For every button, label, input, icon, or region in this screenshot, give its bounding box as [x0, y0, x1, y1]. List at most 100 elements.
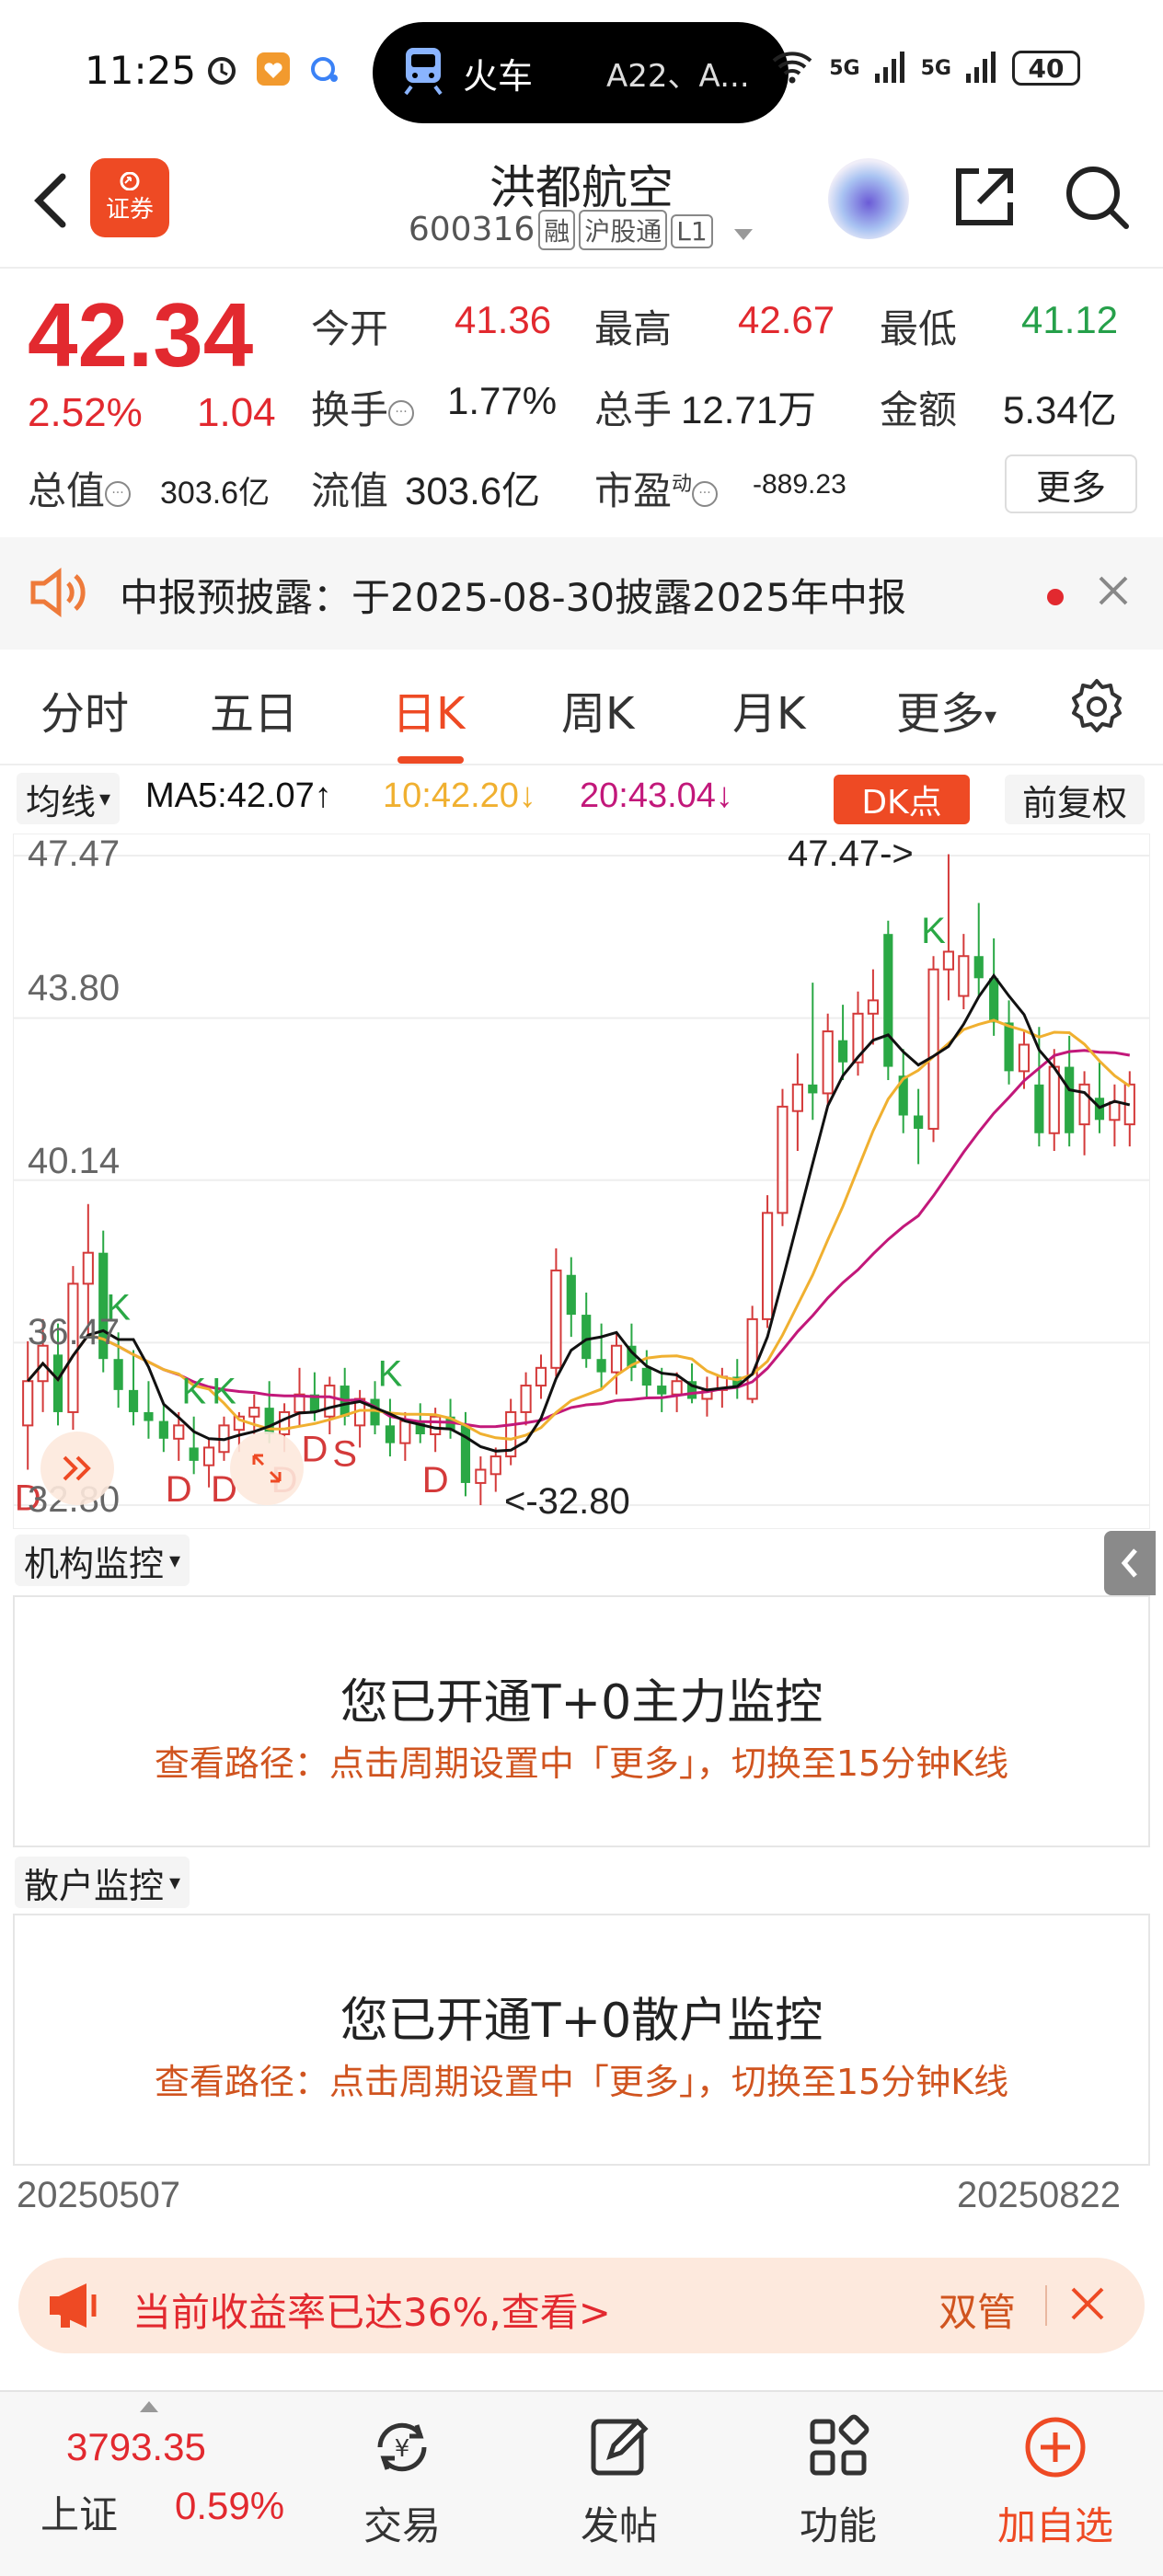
status-right: 5G 5G 40	[770, 48, 1080, 88]
institution-monitor-select[interactable]: 机构监控 ▾	[15, 1535, 190, 1586]
candle-body	[1034, 1084, 1044, 1133]
notice-bar[interactable]: 中报预披露：于2025-08-30披露2025年中报	[0, 537, 1163, 650]
signal-icon	[966, 50, 997, 86]
promo-label: 双管	[938, 2290, 1017, 2335]
tab-five-day[interactable]: 五日	[210, 677, 298, 742]
nav-functions[interactable]: 功能	[760, 2410, 916, 2567]
signal-marker: D	[422, 1460, 449, 1501]
candle-body	[610, 1344, 623, 1374]
promo-banner[interactable]: 当前收益率已达36%,查看> 双管	[18, 2258, 1145, 2353]
institution-monitor-title: 您已开通T+0主力监控	[340, 1675, 823, 1731]
signal-icon	[874, 50, 906, 86]
candle-body	[1078, 1083, 1090, 1126]
chevron-down-icon: ▾	[169, 1547, 181, 1573]
nav-add-watchlist[interactable]: 加自选	[977, 2410, 1134, 2567]
notice-text: 中报预披露：于2025-08-30披露2025年中报	[120, 575, 906, 620]
retail-monitor-select[interactable]: 散户监控 ▾	[15, 1857, 190, 1908]
promo-text: 当前收益率已达36%,查看>	[132, 2290, 611, 2335]
pe-label: 市盈动 ···	[594, 460, 719, 516]
expand-panel-button[interactable]	[40, 1432, 114, 1505]
cloud-app-icon	[305, 50, 344, 88]
pe-sup: 动	[672, 473, 693, 496]
institution-monitor-panel: 您已开通T+0主力监控 查看路径：点击周期设置中「更多」，切换至15分钟K线	[13, 1595, 1150, 1847]
tab-monthly-k[interactable]: 月K	[732, 677, 805, 742]
low-value: 41.12	[1021, 298, 1119, 341]
candle-body	[324, 1385, 336, 1418]
candle-body	[838, 1040, 848, 1063]
candle-body	[989, 978, 999, 1023]
status-icons	[202, 50, 344, 88]
low-label: 最低	[880, 306, 958, 351]
candle-body	[582, 1315, 592, 1360]
close-icon[interactable]	[1095, 572, 1132, 613]
nav-post-label: 发帖	[580, 2503, 658, 2548]
indicator-select[interactable]: 均线 ▾	[17, 773, 121, 824]
share-icon[interactable]	[948, 160, 1021, 237]
candle-body	[475, 1468, 487, 1484]
nav-trade[interactable]: ¥ 交易	[324, 2410, 480, 2567]
retail-monitor-title: 您已开通T+0散户监控	[340, 1994, 823, 2049]
y-label-max: 47.47	[28, 834, 121, 874]
y-label-4: 36.47	[28, 1312, 121, 1352]
signal-marker: S	[332, 1433, 357, 1474]
stock-header: 证券 洪都航空 600316 融沪股通 L1	[0, 145, 1163, 267]
high-label: 最高	[594, 306, 673, 351]
candle-body	[550, 1269, 562, 1369]
candle-body	[128, 1389, 139, 1412]
adjustment-button[interactable]: 前复权	[1005, 775, 1145, 824]
pe-label-text: 市盈	[594, 468, 673, 513]
candle-body	[1109, 1101, 1121, 1121]
candle-body	[822, 1030, 834, 1095]
speaker-icon	[28, 565, 86, 624]
collapse-side-tab[interactable]	[1104, 1531, 1156, 1595]
last-price: 42.34	[28, 284, 254, 385]
candle-body	[82, 1251, 94, 1285]
more-button[interactable]: 更多	[1005, 454, 1137, 513]
tab-intraday[interactable]: 分时	[40, 677, 129, 742]
gear-icon[interactable]	[1067, 677, 1126, 740]
alarm-icon	[202, 50, 241, 88]
candle-body	[671, 1380, 683, 1396]
expand-arrows-icon	[252, 1454, 282, 1483]
signal-marker: D	[166, 1469, 192, 1510]
dk-point-button[interactable]: DK点	[834, 775, 970, 824]
candle-body	[1004, 1022, 1014, 1072]
search-icon[interactable]	[1060, 160, 1134, 237]
close-icon[interactable]	[1067, 2283, 1108, 2328]
tab-daily-k[interactable]: 日K	[392, 677, 465, 742]
candle-body	[958, 955, 970, 997]
y-label-3: 40.14	[28, 1141, 121, 1181]
ai-assistant-avatar[interactable]	[828, 158, 909, 239]
wifi-icon	[770, 48, 814, 88]
turnover-label-text: 换手	[311, 387, 389, 432]
signal-marker: K	[212, 1372, 236, 1412]
candle-body	[746, 1317, 758, 1400]
candle-body	[520, 1385, 532, 1413]
nav-post[interactable]: 发帖	[541, 2410, 697, 2567]
megaphone-icon	[46, 2280, 105, 2335]
y-label-2: 43.80	[28, 968, 121, 1008]
candle-body	[791, 1083, 803, 1112]
amount-label: 金额	[880, 387, 958, 432]
candle-body	[22, 1380, 34, 1427]
market-cap-label-text: 总值	[28, 468, 106, 513]
index-name: 上证	[40, 2492, 119, 2537]
candle-body	[596, 1359, 606, 1373]
candle-body	[973, 956, 984, 979]
candle-body	[52, 1354, 63, 1412]
kline-chart[interactable]: DKDKDKDDSKDK 47.47 43.80 40.14 36.47 32.…	[12, 833, 1151, 1530]
tab-more[interactable]: 更多▾	[896, 677, 996, 742]
candle-body	[535, 1366, 547, 1387]
live-activity-pill[interactable]: 火车 A22、A...	[373, 22, 789, 123]
fullscreen-button[interactable]	[230, 1432, 304, 1505]
candle-body	[808, 1084, 818, 1094]
tab-weekly-k[interactable]: 周K	[561, 677, 634, 742]
open-label: 今开	[311, 306, 389, 351]
network-label-1: 5G	[829, 56, 860, 80]
pill-subtitle: A22、A...	[606, 57, 750, 95]
amount-value: 5.34亿	[1003, 388, 1117, 431]
pe-value: -889.23	[753, 469, 846, 500]
candle-body	[1018, 1043, 1031, 1073]
candle-body	[489, 1455, 501, 1476]
more-dots-icon: ···	[692, 480, 719, 507]
